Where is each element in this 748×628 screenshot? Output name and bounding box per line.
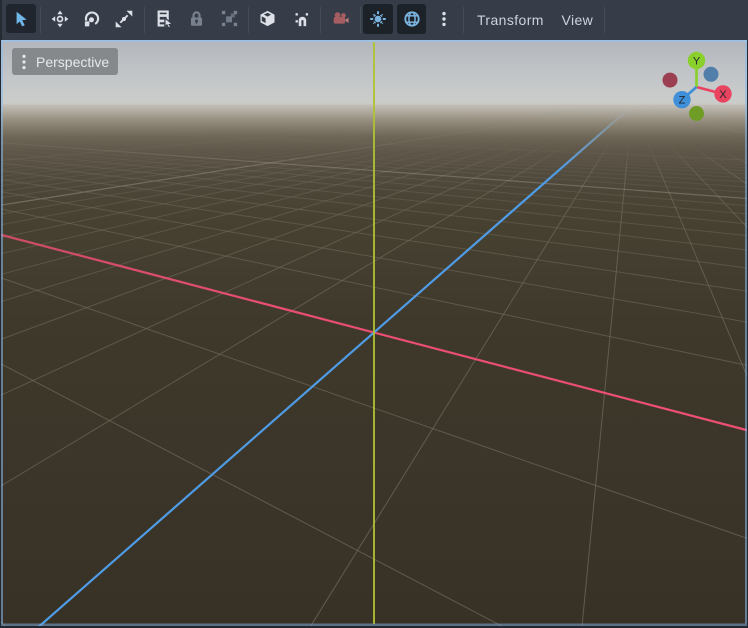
svg-text:Z: Z <box>679 95 686 107</box>
svg-text:Y: Y <box>693 55 701 67</box>
svg-text:X: X <box>719 89 727 101</box>
